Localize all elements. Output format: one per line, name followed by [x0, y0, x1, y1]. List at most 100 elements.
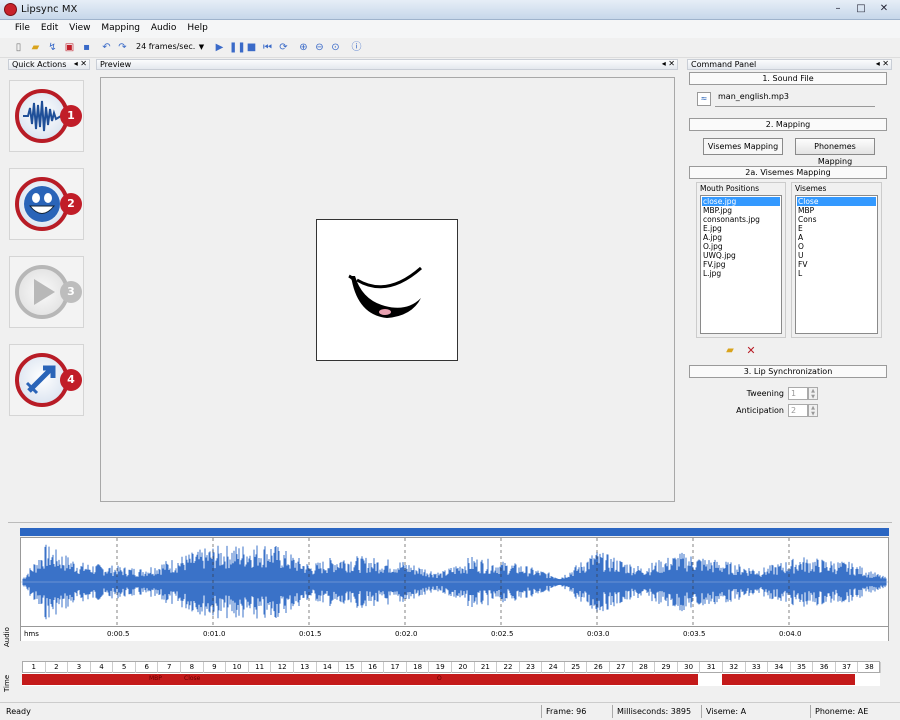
list-item[interactable]: L.jpg [702, 269, 780, 278]
anticipation-spinner[interactable]: ▲ ▼ [808, 404, 818, 417]
list-item[interactable]: UWQ.jpg [702, 251, 780, 260]
open-folder-icon[interactable]: ▰ [723, 344, 737, 357]
list-item[interactable]: MBP.jpg [702, 206, 780, 215]
close-button[interactable]: ✕ [876, 2, 892, 16]
zoom-out-icon[interactable]: ⊖ [313, 41, 326, 54]
splitter[interactable] [8, 522, 892, 523]
phoneme-block[interactable] [22, 674, 698, 685]
visemes-list[interactable]: Close MBP Cons E A O U FV L [795, 195, 878, 334]
anticipation-input[interactable]: 2 [788, 404, 808, 417]
frame-number[interactable]: 24 [542, 662, 565, 673]
chevron-down-icon[interactable]: ▼ [195, 41, 208, 54]
fps-select[interactable]: 24 frames/sec. [134, 40, 204, 55]
visemes-mapping-button[interactable]: Visemes Mapping [703, 138, 783, 155]
menu-view[interactable]: View [65, 20, 94, 33]
menu-mapping[interactable]: Mapping [97, 20, 144, 33]
frame-number[interactable]: 35 [791, 662, 814, 673]
list-item[interactable]: consonants.jpg [702, 215, 780, 224]
list-item[interactable]: Close [797, 197, 876, 206]
frame-number[interactable]: 26 [587, 662, 611, 673]
pause-icon[interactable]: ❚❚ [229, 41, 246, 54]
frame-number[interactable]: 20 [452, 662, 475, 673]
frame-number[interactable]: 36 [813, 662, 836, 673]
frame-number[interactable]: 32 [723, 662, 746, 673]
list-item[interactable]: Cons [797, 215, 876, 224]
list-item[interactable]: E [797, 224, 876, 233]
mouth-positions-list[interactable]: close.jpg MBP.jpg consonants.jpg E.jpg A… [700, 195, 782, 334]
frame-number[interactable]: 3 [68, 662, 91, 673]
frame-number[interactable]: 16 [362, 662, 385, 673]
frame-number[interactable]: 37 [836, 662, 859, 673]
stop-icon[interactable]: ■ [245, 41, 258, 54]
panel-close-icon[interactable]: ◂ ✕ [876, 59, 889, 69]
play-icon[interactable]: ▶ [213, 41, 226, 54]
sound-file-name[interactable]: man_english.mp3 [715, 90, 875, 107]
frame-number[interactable]: 33 [746, 662, 769, 673]
frame-number[interactable]: 27 [610, 662, 633, 673]
frame-number[interactable]: 10 [226, 662, 249, 673]
frame-number[interactable]: 19 [429, 662, 452, 673]
frame-number[interactable]: 12 [271, 662, 294, 673]
menu-help[interactable]: Help [183, 20, 212, 33]
help-icon[interactable]: ⓘ [350, 41, 363, 54]
quick-action-3[interactable]: 3 [9, 256, 84, 328]
list-item[interactable]: close.jpg [702, 197, 780, 206]
list-item[interactable]: A.jpg [702, 233, 780, 242]
phoneme-track[interactable]: MBP Close O [22, 673, 880, 686]
phonemes-mapping-button[interactable]: Phonemes Mapping [795, 138, 875, 166]
frame-number[interactable]: 11 [249, 662, 272, 673]
frame-number[interactable]: 8 [181, 662, 204, 673]
frame-number[interactable]: 9 [204, 662, 227, 673]
frame-number[interactable]: 17 [384, 662, 407, 673]
audio-scroll-strip[interactable] [20, 528, 889, 536]
zoom-in-icon[interactable]: ⊕ [297, 41, 310, 54]
list-item[interactable]: FV [797, 260, 876, 269]
list-item[interactable]: A [797, 233, 876, 242]
list-item[interactable]: U [797, 251, 876, 260]
list-item[interactable]: O [797, 242, 876, 251]
frame-number[interactable]: 29 [655, 662, 678, 673]
frame-number[interactable]: 4 [91, 662, 114, 673]
undo-icon[interactable]: ↶ [100, 41, 113, 54]
list-item[interactable]: FV.jpg [702, 260, 780, 269]
menu-audio[interactable]: Audio [147, 20, 181, 33]
panel-close-icon[interactable]: ◂ ✕ [662, 59, 675, 69]
phoneme-block[interactable] [722, 674, 855, 685]
frame-number[interactable]: 13 [294, 662, 317, 673]
loop-icon[interactable]: ⟳ [277, 41, 290, 54]
frame-number[interactable]: 1 [23, 662, 46, 673]
audio-waveform[interactable] [20, 537, 889, 627]
frame-number[interactable]: 22 [497, 662, 520, 673]
frame-number[interactable]: 6 [136, 662, 159, 673]
panel-close-icon[interactable]: ◂ ✕ [74, 59, 87, 69]
frame-number[interactable]: 34 [768, 662, 791, 673]
quick-action-4[interactable]: 4 [9, 344, 84, 416]
sound-file-icon[interactable]: ≈ [697, 92, 711, 106]
delete-icon[interactable]: ✕ [744, 344, 758, 357]
frame-number[interactable]: 18 [407, 662, 430, 673]
list-item[interactable]: L [797, 269, 876, 278]
tweening-spinner[interactable]: ▲ ▼ [808, 387, 818, 400]
frame-number[interactable]: 30 [678, 662, 701, 673]
list-item[interactable]: O.jpg [702, 242, 780, 251]
menu-edit[interactable]: Edit [37, 20, 62, 33]
open-folder-icon[interactable]: ▰ [29, 41, 42, 54]
list-item[interactable]: MBP [797, 206, 876, 215]
frame-number[interactable]: 23 [520, 662, 543, 673]
frame-number[interactable]: 25 [565, 662, 588, 673]
export-icon[interactable]: ▣ [63, 41, 76, 54]
frame-number[interactable]: 31 [700, 662, 723, 673]
frame-number[interactable]: 5 [113, 662, 136, 673]
redo-icon[interactable]: ↷ [116, 41, 129, 54]
tweening-input[interactable]: 1 [788, 387, 808, 400]
menu-file[interactable]: File [11, 20, 34, 33]
import-icon[interactable]: ↯ [46, 41, 59, 54]
quick-action-1[interactable]: 1 [9, 80, 84, 152]
frame-number[interactable]: 15 [339, 662, 362, 673]
frame-number[interactable]: 28 [633, 662, 656, 673]
maximize-button[interactable]: □ [853, 2, 869, 16]
new-file-icon[interactable]: ▯ [12, 41, 25, 54]
save-icon[interactable]: ▪ [80, 41, 93, 54]
minimize-button[interactable]: – [830, 2, 846, 16]
frame-number[interactable]: 14 [317, 662, 340, 673]
